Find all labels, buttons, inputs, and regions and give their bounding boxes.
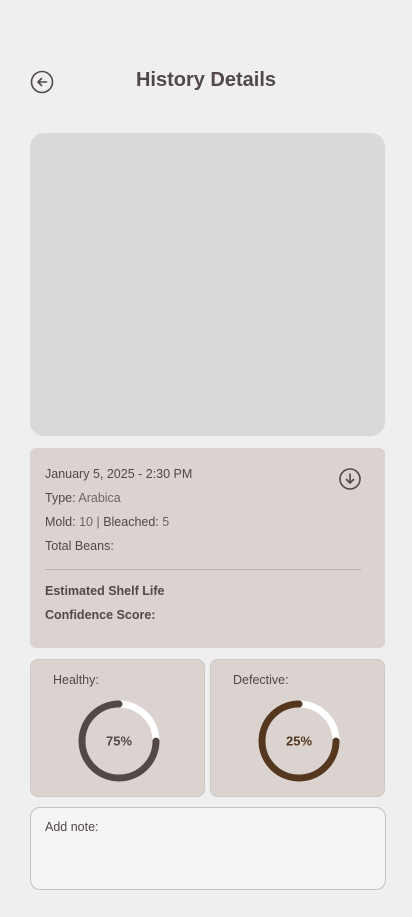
bean-type-row: Type: Arabica [45,491,121,505]
shelf-life-label: Estimated Shelf Life [45,584,165,598]
defective-label: Defective: [233,673,289,687]
scan-image-placeholder [30,133,385,436]
bean-type-label: Type: [45,491,76,505]
healthy-percent: 75% [106,734,132,749]
healthy-donut: 75% [78,700,160,782]
bean-type-value: Arabica [78,491,121,505]
arrow-down-circle-icon [339,468,361,490]
add-note-field[interactable]: Add note: [30,807,386,890]
divider [45,569,361,570]
download-button[interactable] [338,467,362,491]
header: History Details [0,60,412,104]
defect-counts-row: Mold: 10 | Bleached: 5 [45,515,169,529]
confidence-score-label: Confidence Score: [45,608,156,622]
defective-card: Defective: 25% [210,659,385,797]
mold-value: 10 [79,515,93,529]
bleached-label: Bleached: [103,515,159,529]
mold-label: Mold: [45,515,76,529]
defective-donut: 25% [258,700,340,782]
healthy-label: Healthy: [53,673,99,687]
page-title: History Details [135,69,277,91]
scan-datetime: January 5, 2025 - 2:30 PM [45,467,193,481]
note-placeholder: Add note: [45,820,99,834]
defective-percent: 25% [286,734,312,749]
total-beans-label: Total Beans: [45,539,114,553]
healthy-card: Healthy: 75% [30,659,205,797]
details-card: January 5, 2025 - 2:30 PM Type: Arabica … [30,448,385,648]
separator: | [96,515,100,529]
bleached-value: 5 [162,515,170,529]
